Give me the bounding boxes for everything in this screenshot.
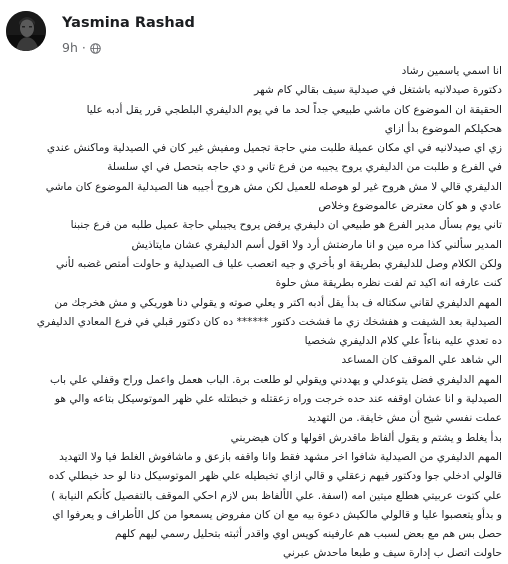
- post-text-line: الدليفري قالي لا مش هروح غير لو هوصله لل…: [45, 180, 502, 193]
- post-text-line: ده تعدي عليه بناءاً علي كلام الدليفري شخ…: [304, 335, 502, 348]
- post-text-line: المهم الدليفري من الصيدلية شافوا اخر مشه…: [59, 450, 502, 463]
- post-text-line: الي شاهد علي الموقف كان المساعد: [341, 354, 502, 367]
- post-text-line: المهم الدليفري لقاني سكتاله ف بدأ يقل أد…: [54, 296, 502, 309]
- post-text-line: كنت عارفه انه اكيد تم لفت نظره بطريقة مش…: [275, 277, 502, 290]
- post-text-line: حصل بس هم مع بعض لسبب هم عارفينه كويس او…: [114, 528, 502, 541]
- post-text-line: الصيدلية و انا عشان اوقفه عند حده خرجت و…: [54, 393, 502, 406]
- post-header: Yasmina Rashad 9h ·: [0, 0, 508, 60]
- post-text-line: حاولت اتصل ب إدارة سيف و طبعا ماحدش عبرن…: [282, 547, 502, 560]
- avatar[interactable]: [6, 11, 46, 51]
- post-text-line: المهم الدليفري فضل يتوعدلي و يهددني ويقو…: [49, 373, 502, 386]
- post-text-line: هحكيلكم الموضوع بدأ ازاي: [384, 122, 502, 135]
- post-text-line: علي كتوت عربيتي هطلع ميتين امه (اسفة. عل…: [51, 489, 502, 502]
- post-time[interactable]: 9h: [62, 40, 78, 55]
- post-text-line: عملت نفسي شيح أن مش خايفة. من التهديد: [307, 412, 502, 425]
- post-text-line: بدأ يغلط و يشتم و يقول ألفاظ ماقدرش اقول…: [230, 431, 502, 444]
- post-text-line: و بدأو يتعصبوا عليا و قالولي مالكيش دعوة…: [52, 508, 502, 521]
- author-name[interactable]: Yasmina Rashad: [62, 15, 195, 31]
- post-text-line: ولكن الكلام وصل للدليفري بطريقة او بأخري…: [55, 257, 502, 270]
- post-text-line: المدير سألني كذا مره مين و انا مارضتش أر…: [131, 238, 502, 251]
- post-text-line: تاني يوم بسأل مدير الفرع هو طبيعي ان دلي…: [70, 219, 502, 232]
- post-text-line: زي اي صيدلانيه في اي مكان عميلة طلبت مني…: [46, 142, 502, 155]
- profile-photo: [6, 11, 46, 51]
- post-text-line: قالولي ادخلي جوا ودكتور فيهم زعقلي و قال…: [48, 470, 502, 483]
- post-meta: 9h ·: [62, 39, 101, 55]
- post-body: انا اسمي ياسمين رشاد دكتورة صيدلانيه باشت…: [6, 62, 502, 564]
- post-text-line: عادي و هو كان معترض عالموضوع وخلاص: [318, 200, 502, 213]
- post-text-line: في الفرع و طلبت من الدليفري يروح يجيبه م…: [107, 161, 502, 174]
- post-text-line: دكتورة صيدلانيه باشتغل في صيدلية سيف بقا…: [254, 84, 502, 97]
- post-text-line: الصيدلية بعد الشيفت و هفشخك زي ما فشخت د…: [36, 315, 502, 328]
- globe-icon[interactable]: [90, 42, 101, 54]
- meta-separator: ·: [81, 39, 86, 55]
- post-text-line: انا اسمي ياسمين رشاد: [401, 65, 502, 77]
- post-text-line: الحقيقة ان الموضوع كان ماشي طبيعي جداً ل…: [86, 103, 502, 116]
